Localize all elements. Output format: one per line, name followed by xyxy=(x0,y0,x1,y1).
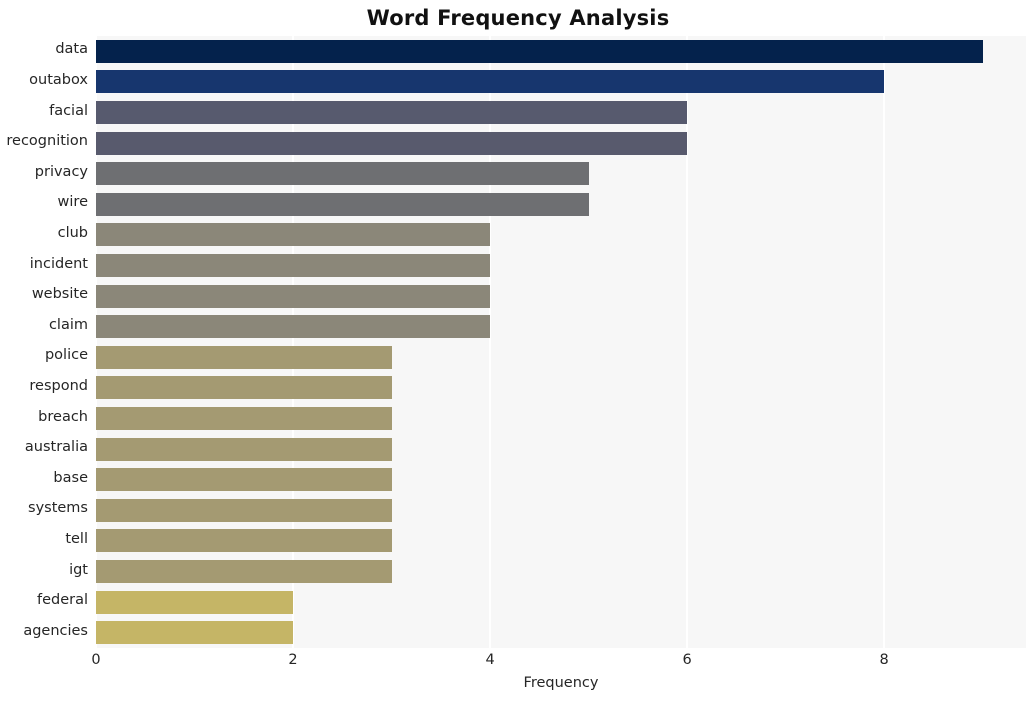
y-tick-label-claim: claim xyxy=(48,316,88,333)
y-tick-label-agencies: agencies xyxy=(23,622,88,639)
y-tick-label-igt: igt xyxy=(69,561,88,578)
x-axis-label: Frequency xyxy=(523,675,599,691)
y-axis-tick-labels: data outabox facial recognition privacy wire c… xyxy=(0,36,1036,648)
x-tick-label-6: 6 xyxy=(682,652,692,668)
y-tick-label-club: club xyxy=(57,224,88,241)
chart-figure: Word Frequency Analysis data outabox facia… xyxy=(0,0,1036,701)
y-tick-label-wire: wire xyxy=(57,194,88,211)
chart-title: Word Frequency Analysis xyxy=(366,6,670,30)
x-tick-label-4: 4 xyxy=(485,652,495,668)
x-tick-label-0: 0 xyxy=(91,652,101,668)
y-tick-label-tell: tell xyxy=(65,530,88,547)
y-tick-label-systems: systems xyxy=(28,500,88,517)
y-tick-label-police: police xyxy=(44,347,88,364)
y-tick-label-federal: federal xyxy=(36,592,88,609)
y-tick-label-breach: breach xyxy=(38,408,88,425)
y-tick-label-data: data xyxy=(55,41,88,58)
y-tick-label-incident: incident xyxy=(29,255,88,272)
x-axis-tick-labels: 0 2 4 6 8 xyxy=(0,652,1036,676)
y-tick-label-base: base xyxy=(53,469,88,486)
x-tick-label-2: 2 xyxy=(288,652,298,668)
y-tick-label-outabox: outabox xyxy=(29,71,88,88)
y-tick-label-respond: respond xyxy=(29,377,88,394)
x-tick-label-8: 8 xyxy=(879,652,889,668)
y-tick-label-privacy: privacy xyxy=(34,163,88,180)
y-tick-label-facial: facial xyxy=(49,102,88,119)
y-tick-label-recognition: recognition xyxy=(6,133,88,150)
y-tick-label-australia: australia xyxy=(24,439,88,456)
y-tick-label-website: website xyxy=(31,286,88,303)
